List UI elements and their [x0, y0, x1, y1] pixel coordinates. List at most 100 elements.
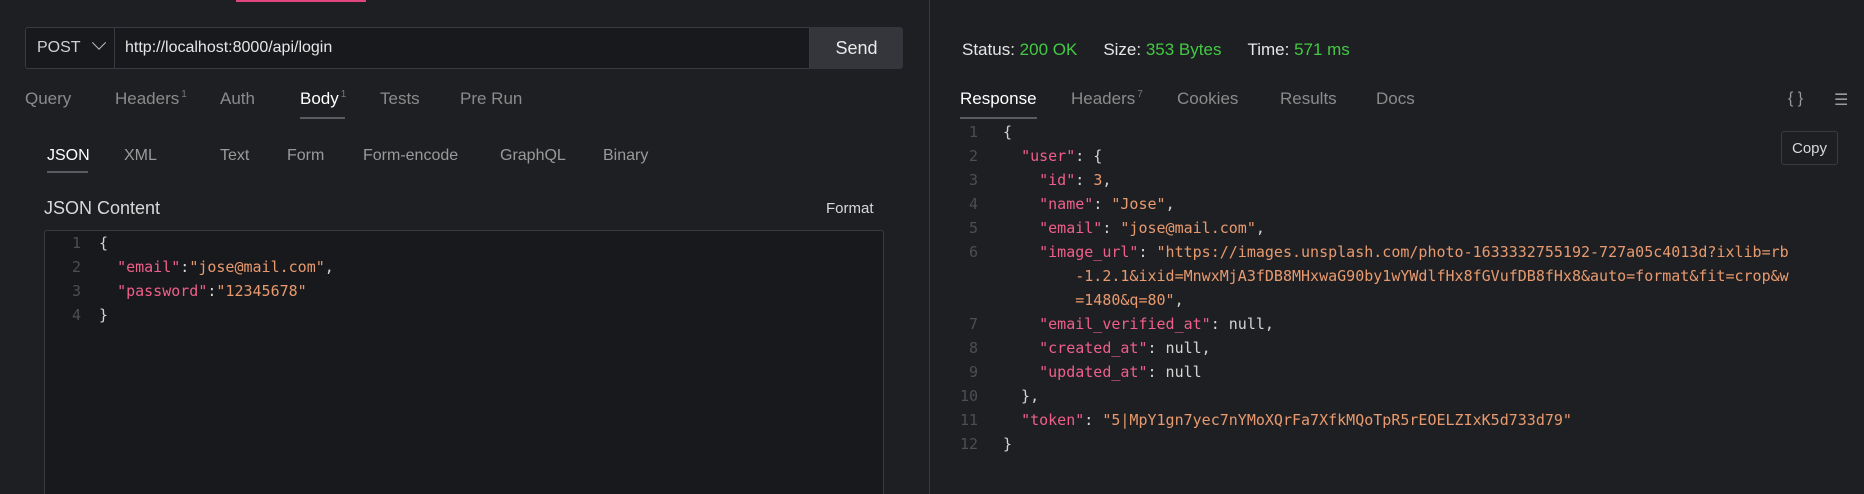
- tab-cookies[interactable]: Cookies: [1177, 89, 1280, 119]
- request-panel: POST Send Query Headers1 Auth Body1 Test…: [0, 0, 929, 494]
- code-token: :: [1138, 243, 1157, 261]
- code-token: {: [99, 234, 109, 252]
- headers-count-badge: 1: [181, 89, 187, 101]
- code-token: }: [1003, 435, 1013, 453]
- response-tabs: Response Headers 7 Cookies Results Docs: [960, 89, 1436, 119]
- code-text: "image_url": "https://images.unsplash.co…: [978, 240, 1789, 264]
- code-token: },: [1003, 387, 1040, 405]
- body-tab-json[interactable]: JSON: [47, 147, 90, 173]
- copy-button[interactable]: Copy: [1781, 131, 1838, 165]
- code-token: : null,: [1210, 315, 1274, 333]
- tab-response[interactable]: Response: [960, 89, 1037, 119]
- json-body-editor[interactable]: 1{2 "email":"jose@mail.com", 3 "password"…: [44, 230, 884, 494]
- body-type-tabs: JSON XML Text Form Form-encode GraphQL B…: [47, 147, 663, 173]
- braces-icon[interactable]: { }: [1788, 90, 1803, 108]
- code-line: 1{: [45, 231, 334, 255]
- code-token: {: [1003, 123, 1013, 141]
- code-token: "jose@mail.com": [1120, 219, 1256, 237]
- body-tab-form-encode[interactable]: Form-encode: [363, 147, 500, 173]
- code-text: =1480&q=80",: [978, 288, 1183, 312]
- code-token: :: [1093, 195, 1112, 213]
- code-token: "email_verified_at": [1039, 315, 1211, 333]
- body-tab-form[interactable]: Form: [287, 147, 363, 173]
- time-value: 571 ms: [1294, 40, 1350, 59]
- line-number: 9: [968, 363, 978, 381]
- code-token: :: [1084, 411, 1103, 429]
- tab-tests[interactable]: Tests: [380, 89, 460, 119]
- code-token: : null: [1147, 363, 1202, 381]
- code-token: "name": [1039, 195, 1094, 213]
- code-token: "id": [1039, 171, 1076, 189]
- tab-body[interactable]: Body 1: [300, 89, 346, 119]
- code-text: "email":"jose@mail.com",: [81, 255, 334, 279]
- line-number: 6: [968, 243, 978, 261]
- line-number: 7: [968, 315, 978, 333]
- code-line: 5 "email": "jose@mail.com",: [930, 216, 1789, 240]
- line-number: 3: [968, 171, 978, 189]
- format-button[interactable]: Format: [826, 200, 874, 217]
- tab-response-headers[interactable]: Headers 7: [1071, 89, 1177, 119]
- menu-icon[interactable]: ☰: [1834, 90, 1848, 110]
- line-number: 11: [959, 411, 978, 429]
- code-token: =1480&q=80": [1075, 291, 1175, 309]
- code-token: -1.2.1&ixid=MnwxMjA3fDB8MHxwaG90by1wYWdl…: [1075, 267, 1789, 285]
- code-line: 3 "password":"12345678": [45, 279, 334, 303]
- size-info: Size: 353 Bytes: [1103, 40, 1222, 59]
- code-token: ,: [1102, 171, 1112, 189]
- code-token: : {: [1075, 147, 1103, 165]
- body-tab-binary[interactable]: Binary: [603, 147, 663, 173]
- code-token: "updated_at": [1039, 363, 1148, 381]
- code-token: "user": [1021, 147, 1076, 165]
- code-line: 11 "token": "5|MpY1gn7yec7nYMoXQrFa7XfkM…: [930, 408, 1789, 432]
- code-token: "email": [117, 258, 181, 276]
- line-number: [930, 264, 978, 288]
- tab-results[interactable]: Results: [1280, 89, 1376, 119]
- code-token: "token": [1021, 411, 1085, 429]
- code-text: -1.2.1&ixid=MnwxMjA3fDB8MHxwaG90by1wYWdl…: [978, 264, 1789, 288]
- line-number: 2: [968, 147, 978, 165]
- code-token: :: [1102, 219, 1121, 237]
- code-token: :: [1075, 171, 1094, 189]
- tab-auth[interactable]: Auth: [220, 89, 300, 119]
- body-tab-text[interactable]: Text: [220, 147, 287, 173]
- code-line: 1{: [930, 120, 1789, 144]
- response-meta: Status: 200 OK Size: 353 Bytes Time: 571…: [962, 40, 1376, 60]
- response-panel: Status: 200 OK Size: 353 Bytes Time: 571…: [930, 0, 1864, 494]
- method-label: POST: [37, 39, 81, 56]
- code-line: 4}: [45, 303, 334, 327]
- url-input[interactable]: [114, 27, 810, 69]
- tab-query[interactable]: Query: [25, 89, 115, 119]
- tab-pre-run[interactable]: Pre Run: [460, 89, 540, 119]
- code-line: 7 "email_verified_at": null,: [930, 312, 1789, 336]
- send-button[interactable]: Send: [810, 27, 903, 69]
- code-token: "jose@mail.com": [189, 258, 325, 276]
- code-text: }: [978, 432, 1012, 456]
- code-line: -1.2.1&ixid=MnwxMjA3fDB8MHxwaG90by1wYWdl…: [930, 264, 1789, 288]
- code-text: {: [81, 231, 108, 255]
- code-text: {: [978, 120, 1012, 144]
- body-tab-graphql[interactable]: GraphQL: [500, 147, 603, 173]
- code-token: :: [180, 258, 190, 276]
- line-number: 5: [968, 219, 978, 237]
- line-number: 8: [968, 339, 978, 357]
- code-line: 8 "created_at": null,: [930, 336, 1789, 360]
- code-text: "updated_at": null: [978, 360, 1202, 384]
- code-line: 6 "image_url": "https://images.unsplash.…: [930, 240, 1789, 264]
- line-number: 3: [71, 282, 81, 300]
- code-token: "password": [117, 282, 208, 300]
- body-tab-xml[interactable]: XML: [124, 147, 220, 173]
- tab-docs[interactable]: Docs: [1376, 89, 1436, 119]
- code-line: 10 },: [930, 384, 1789, 408]
- code-text: "token": "5|MpY1gn7yec7nYMoXQrFa7XfkMQoT…: [978, 408, 1572, 432]
- line-number: 4: [71, 306, 81, 324]
- method-select[interactable]: POST: [25, 27, 114, 69]
- tab-headers[interactable]: Headers 1: [115, 89, 220, 119]
